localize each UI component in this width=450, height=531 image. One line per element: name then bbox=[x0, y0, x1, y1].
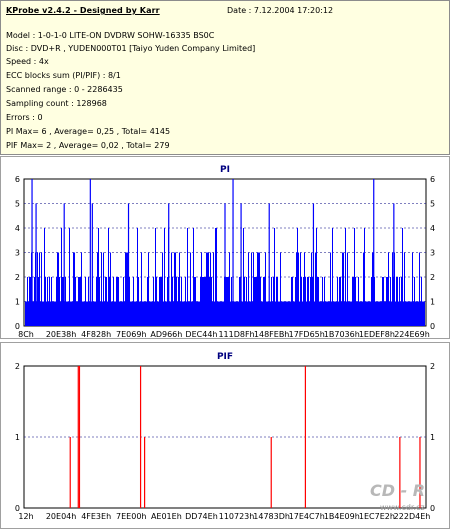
x-tick-label: 224E69h bbox=[394, 330, 430, 339]
y-tick-label-left: 1 bbox=[15, 298, 20, 307]
x-tick-label: 110723h bbox=[219, 512, 255, 521]
info-disc: Disc : DVD+R , YUDEN000T01 [Taiyo Yuden … bbox=[6, 44, 256, 53]
scan-date: Date : 7.12.2004 17:20:12 bbox=[227, 6, 334, 15]
x-tick-label: 17E4C7h bbox=[289, 512, 325, 521]
y-tick-label-left: 4 bbox=[15, 224, 20, 233]
y-tick-label-left: 2 bbox=[15, 362, 20, 371]
info-errors: Errors : 0 bbox=[6, 113, 43, 122]
pi-chart: PI0 01 12 23 34 45 56 68Ch 20E38h 4F828h 7E069h AD9… bbox=[0, 156, 450, 339]
x-tick-label: 20E04h bbox=[46, 512, 76, 521]
x-tick-label: 111D8Fh bbox=[218, 330, 254, 339]
y-tick-label-left: 5 bbox=[15, 200, 20, 209]
x-tick-label: 20E38h bbox=[46, 330, 76, 339]
y-tick-label-right: 2 bbox=[430, 362, 435, 371]
x-tick-label: 1B7036h bbox=[324, 330, 360, 339]
x-tick-label: 4FE3Eh bbox=[81, 512, 111, 521]
y-tick-label-right: 6 bbox=[430, 175, 435, 184]
y-tick-label-right: 5 bbox=[430, 200, 435, 209]
info-scanned-range: Scanned range : 0 - 2286435 bbox=[6, 85, 123, 94]
watermark-logo: CD - R www.cdr.cz bbox=[370, 481, 425, 512]
y-tick-label-right: 1 bbox=[430, 298, 435, 307]
x-tick-label: 14783Dh bbox=[253, 512, 290, 521]
info-model: Model : 1-0-1-0 LITE-ON DVDRW SOHW-16335… bbox=[6, 31, 215, 40]
y-tick-label-right: 2 bbox=[430, 273, 435, 282]
pi-chart-panel: PI 0 0 1 1 2 2 3 3 4 4 5 5 6 6 8Ch 20E38h 4F828h 7E069h AD9… bbox=[0, 156, 450, 339]
y-tick-label-right: 4 bbox=[430, 224, 435, 233]
watermark-url: www.cdr.cz bbox=[380, 503, 425, 512]
app-title: KProbe v2.4.2 - Designed by Karr bbox=[6, 6, 160, 15]
info-pif-stats: PIF Max= 2 , Average= 0,02 , Total= 279 bbox=[6, 141, 170, 150]
x-tick-label: 17FD65h bbox=[289, 330, 325, 339]
x-tick-label: DEC44h bbox=[185, 330, 217, 339]
x-tick-label: 7E069h bbox=[116, 330, 146, 339]
y-tick-label-left: 1 bbox=[15, 433, 20, 442]
info-pi-stats: PI Max= 6 , Average= 0,25 , Total= 4145 bbox=[6, 127, 171, 136]
x-tick-label: 7EE00h bbox=[116, 512, 146, 521]
y-tick-label-right: 0 bbox=[430, 322, 435, 331]
y-tick-label-right: 1 bbox=[430, 433, 435, 442]
y-tick-label-right: 3 bbox=[430, 249, 435, 258]
x-tick-label: AD966h bbox=[150, 330, 182, 339]
info-sampling-count: Sampling count : 128968 bbox=[6, 99, 107, 108]
x-tick-label: 4F828h bbox=[81, 330, 111, 339]
x-tick-label: 8Ch bbox=[18, 330, 34, 339]
chart-title: PIF bbox=[217, 352, 233, 362]
x-tick-label: 148FEBh bbox=[254, 330, 289, 339]
y-tick-label-left: 3 bbox=[15, 249, 20, 258]
info-speed: Speed : 4x bbox=[6, 57, 49, 66]
x-tick-label: 1EDEF8h bbox=[359, 330, 395, 339]
info-panel: KProbe v2.4.2 - Designed by Karr Date : … bbox=[0, 0, 450, 155]
x-tick-label: 12h bbox=[18, 512, 33, 521]
chart-title: PI bbox=[220, 165, 230, 175]
y-tick-label-left: 6 bbox=[15, 175, 20, 184]
y-tick-label-left: 2 bbox=[15, 273, 20, 282]
x-tick-label: AE01Eh bbox=[151, 512, 182, 521]
watermark-brand: CD - R bbox=[370, 481, 425, 500]
info-ecc-blocks: ECC blocks sum (PI/PIF) : 8/1 bbox=[6, 71, 121, 80]
x-tick-label: DD74Eh bbox=[185, 512, 218, 521]
